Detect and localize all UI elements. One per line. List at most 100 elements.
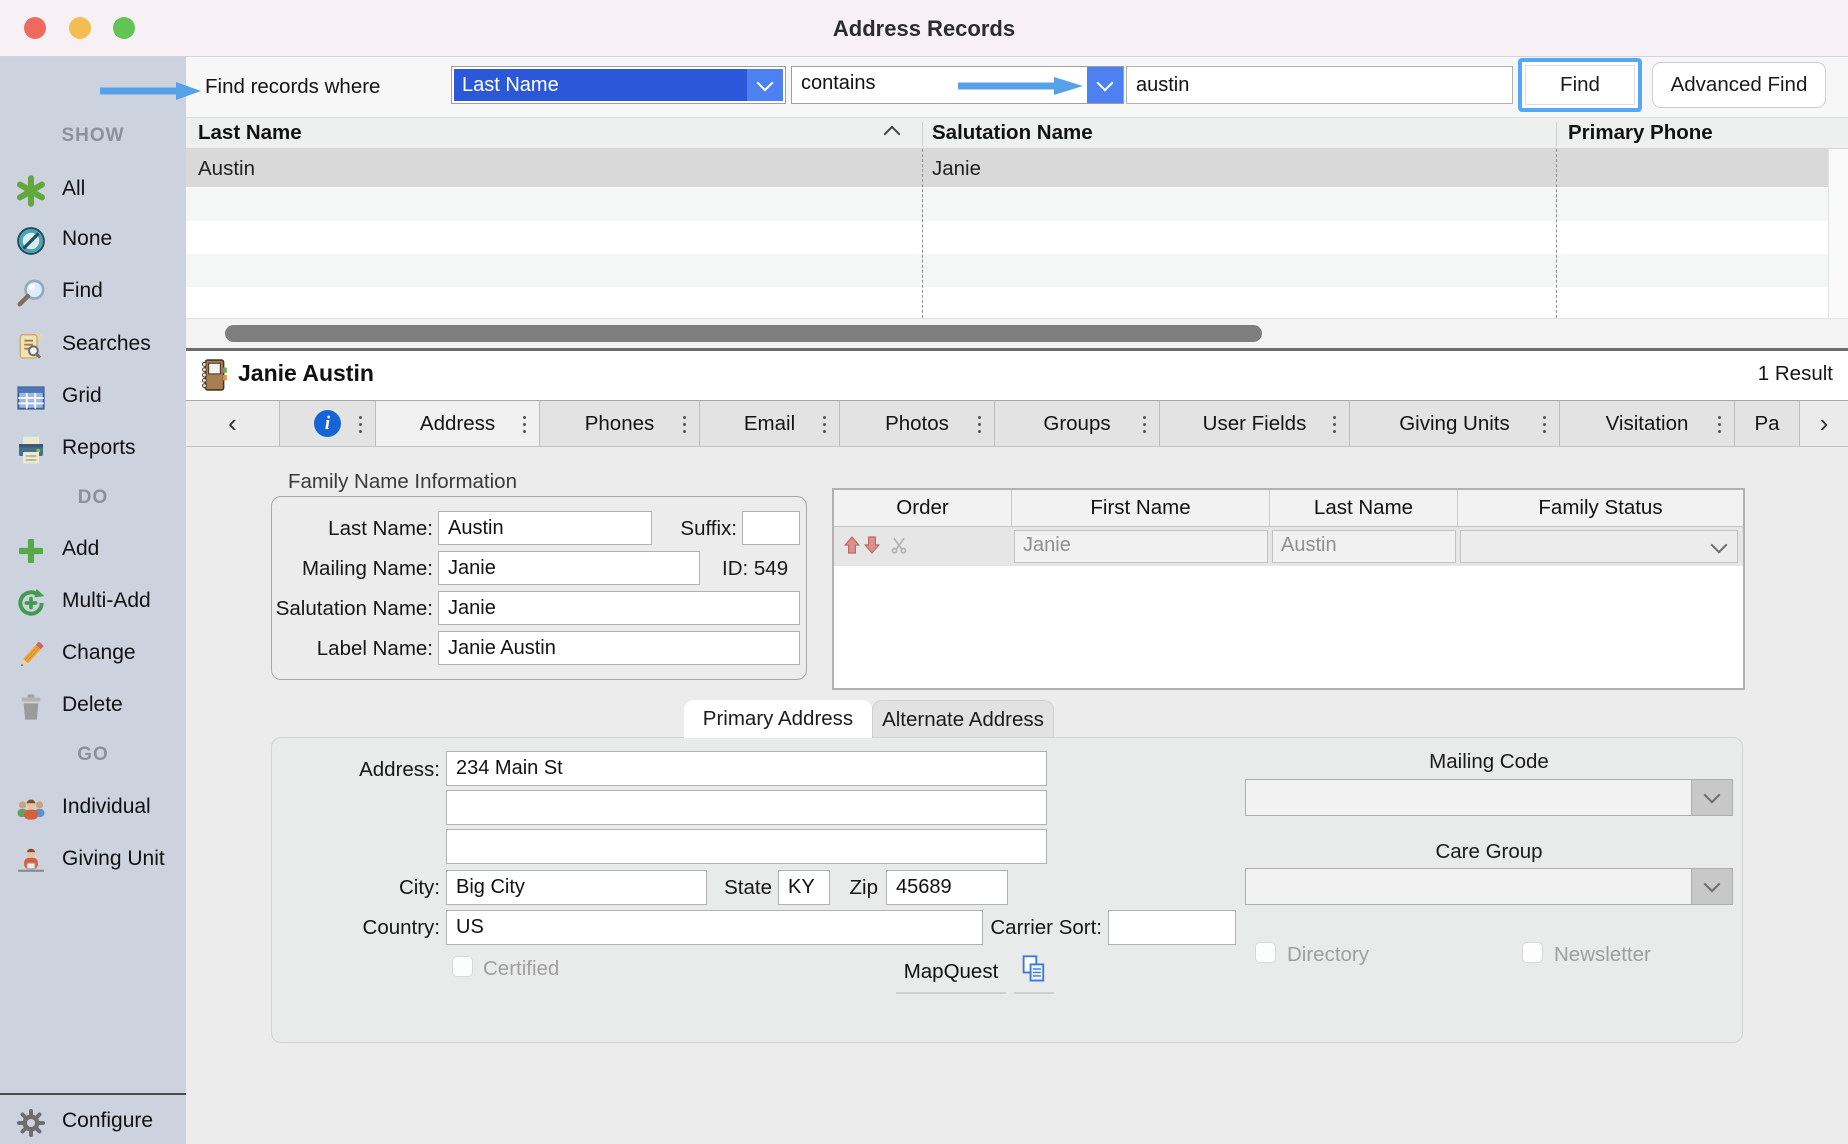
tab-options-icon[interactable] [978,423,981,426]
sidebar-item-reports[interactable]: Reports [0,432,186,468]
newsletter-checkbox[interactable] [1522,942,1543,963]
city-field[interactable] [446,870,707,905]
move-up-icon[interactable] [844,535,860,555]
country-field[interactable] [446,910,983,945]
sidebar-item-change[interactable]: Change [0,637,186,673]
tab-visitation[interactable]: Visitation [1560,401,1735,446]
newsletter-label: Newsletter [1554,943,1651,967]
move-down-icon[interactable] [864,535,880,555]
mapquest-button[interactable]: MapQuest [896,952,1006,994]
tab-label: Email [744,412,795,436]
horizontal-scrollbar-track[interactable] [186,318,1848,348]
tab-scroll-left[interactable]: ‹ [186,401,280,446]
sidebar-item-label: Giving Unit [62,847,165,871]
horizontal-scrollbar-thumb[interactable] [225,325,1262,342]
tab-options-icon[interactable] [1718,423,1721,426]
member-last-name: Austin [1272,530,1456,563]
tab-address[interactable]: Address [376,401,540,446]
table-row-selected[interactable]: Austin Janie [186,149,1848,188]
tab-user-fields[interactable]: User Fields [1160,401,1350,446]
sidebar-item-grid[interactable]: Grid [0,380,186,416]
tab-photos[interactable]: Photos [840,401,995,446]
tab-options-icon[interactable] [1143,423,1146,426]
tab-alternate-address[interactable]: Alternate Address [872,700,1054,738]
sidebar-item-individual[interactable]: Individual [0,791,186,827]
directory-checkbox[interactable] [1255,942,1276,963]
cell-last-name: Austin [198,157,255,181]
column-header-primary-phone[interactable]: Primary Phone [1568,121,1713,145]
table-row-empty[interactable] [186,221,1848,254]
tab-email[interactable]: Email [700,401,840,446]
sidebar-item-searches[interactable]: Searches [0,328,186,364]
tab-options-icon[interactable] [523,423,526,426]
certified-checkbox[interactable] [452,956,473,977]
tab-truncated[interactable]: Pa [1735,401,1800,446]
result-count: 1 Result [1758,362,1833,386]
member-row[interactable]: Janie Austin [834,526,1743,566]
sidebar-item-giving-unit[interactable]: Giving Unit [0,843,186,879]
sidebar-item-label: Add [62,537,99,561]
tab-giving-units[interactable]: Giving Units [1350,401,1560,446]
salutation-name-field[interactable] [438,591,800,625]
mailing-code-select[interactable] [1245,779,1733,816]
suffix-field[interactable] [742,511,800,545]
tab-options-icon[interactable] [359,423,362,426]
sidebar-item-label: Individual [62,795,151,819]
tab-options-icon[interactable] [823,423,826,426]
table-row-empty[interactable] [186,287,1848,318]
family-members-table: Order First Name Last Name Family Status… [832,488,1745,690]
address-line2-field[interactable] [446,790,1047,825]
tab-label: Address [420,412,495,436]
tab-options-icon[interactable] [1543,423,1546,426]
sidebar-item-none[interactable]: None [0,223,186,259]
mailing-name-field[interactable] [438,551,700,585]
address-book-icon [198,357,230,393]
column-divider[interactable] [1556,149,1557,318]
column-divider[interactable] [922,149,923,318]
search-list-icon [15,330,47,362]
app-window: Address Records SHOW All None Find Searc… [0,0,1848,1144]
sidebar-item-all[interactable]: All [0,173,186,209]
address-line3-field[interactable] [446,829,1047,864]
last-name-field[interactable] [438,511,652,545]
record-tab-strip: ‹ i Address Phones Email Photos Groups U… [186,400,1848,447]
tab-options-icon[interactable] [1333,423,1336,426]
column-header-last-name[interactable]: Last Name [198,121,302,145]
tab-primary-address[interactable]: Primary Address [684,700,872,738]
detach-scissors-icon[interactable] [890,536,908,554]
sidebar-item-add[interactable]: Add [0,533,186,569]
sidebar-divider [0,1093,186,1095]
sidebar-item-delete[interactable]: Delete [0,689,186,725]
tab-options-icon[interactable] [683,423,686,426]
sidebar-item-configure[interactable]: Configure [0,1105,186,1141]
carrier-sort-field[interactable] [1108,910,1236,945]
tab-phones[interactable]: Phones [540,401,700,446]
address-line1-field[interactable] [446,751,1047,786]
tab-scroll-right[interactable]: › [1800,401,1848,446]
find-button[interactable]: Find [1525,65,1635,105]
family-info-title: Family Name Information [288,470,517,494]
sidebar-item-multi-add[interactable]: Multi-Add [0,585,186,621]
zip-field[interactable] [886,870,1008,905]
sidebar-item-find[interactable]: Find [0,275,186,311]
tab-label: Phones [585,412,655,436]
member-first-name: Janie [1014,530,1268,563]
tab-groups[interactable]: Groups [995,401,1160,446]
label-name-label: Label Name: [233,637,433,661]
copy-address-button[interactable] [1014,952,1054,994]
person-desk-icon [15,845,47,877]
column-header-salutation-name[interactable]: Salutation Name [932,121,1093,145]
table-row-empty[interactable] [186,188,1848,221]
field-select[interactable]: Last Name [451,66,786,104]
table-row-empty[interactable] [186,254,1848,287]
advanced-find-button[interactable]: Advanced Find [1652,62,1826,108]
search-input[interactable] [1126,66,1513,104]
members-column-family-status: Family Status [1458,490,1743,526]
care-group-select[interactable] [1245,868,1733,905]
operator-select[interactable]: contains [791,66,1124,104]
member-family-status-select[interactable] [1460,530,1738,563]
tab-info[interactable]: i [280,401,376,446]
vertical-scrollbar-track[interactable] [1828,149,1848,318]
label-name-field[interactable] [438,631,800,665]
carrier-sort-label: Carrier Sort: [952,916,1102,940]
